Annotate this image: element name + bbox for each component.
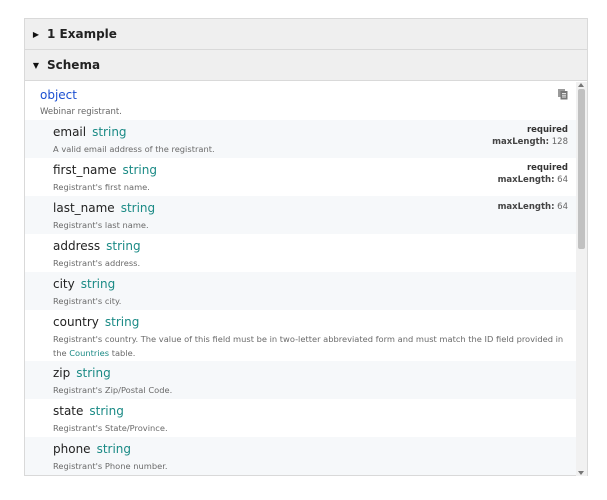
required-badge: required xyxy=(526,163,568,173)
scrollbar[interactable] xyxy=(576,82,587,476)
field-row-state: state string Registrant's State/Province. xyxy=(25,399,576,437)
field-name: last_name xyxy=(53,201,115,215)
required-badge: required xyxy=(526,125,568,135)
examples-label: 1 Example xyxy=(47,27,117,41)
field-type: string xyxy=(80,277,116,291)
field-description: Registrant's State/Province. xyxy=(53,423,168,433)
field-description: Registrant's Phone number. xyxy=(53,461,168,471)
field-type: string xyxy=(106,239,141,253)
field-row-zip: zip string Registrant's Zip/Postal Code. xyxy=(25,361,576,399)
field-type: string xyxy=(120,201,156,215)
countries-link[interactable]: Countries xyxy=(69,348,109,358)
caret-right-icon: ▶ xyxy=(32,29,40,39)
field-name: first_name xyxy=(53,163,117,177)
maxlength: maxLength: 64 xyxy=(497,175,568,185)
field-description: Registrant's country. The value of this … xyxy=(53,334,564,358)
field-row-first-name: first_name string Registrant's first name… xyxy=(25,158,576,196)
field-row-country: country string Registrant's country. The … xyxy=(25,310,576,361)
field-name: address xyxy=(53,239,101,253)
scroll-thumb[interactable] xyxy=(578,89,585,249)
copy-icon[interactable] xyxy=(557,88,569,100)
field-description: Registrant's city. xyxy=(53,296,122,306)
field-description: Registrant's first name. xyxy=(53,182,150,192)
schema-panel: ▶ 1 Example ▼ Schema object Webinar regi… xyxy=(24,18,588,476)
field-row-city: city string Registrant's city. xyxy=(25,272,576,310)
field-type: string xyxy=(122,163,157,177)
schema-label: Schema xyxy=(47,58,101,72)
maxlength: maxLength: 64 xyxy=(497,202,568,212)
field-name: email xyxy=(53,125,87,139)
accordion-schema[interactable]: ▼ Schema xyxy=(25,50,587,81)
caret-down-icon: ▼ xyxy=(32,60,40,70)
field-name: state xyxy=(53,404,84,418)
scroll-down-arrow-icon[interactable] xyxy=(578,471,584,475)
scroll-up-arrow-icon[interactable] xyxy=(578,83,584,87)
field-row-last-name: last_name string Registrant's last name. … xyxy=(25,196,576,234)
root-object: object Webinar registrant. xyxy=(40,88,122,117)
accordion-examples[interactable]: ▶ 1 Example xyxy=(25,19,587,50)
schema-body: object Webinar registrant. email string A… xyxy=(25,82,587,476)
root-type: object xyxy=(40,88,77,102)
field-description: Registrant's Zip/Postal Code. xyxy=(53,385,173,395)
field-type: string xyxy=(89,404,124,418)
root-description: Webinar registrant. xyxy=(40,107,122,117)
field-name: city xyxy=(53,277,75,291)
field-name: country xyxy=(53,315,99,329)
field-name: zip xyxy=(53,366,71,380)
field-description: A valid email address of the registrant. xyxy=(53,144,215,154)
field-row-email: email string A valid email address of the… xyxy=(25,120,576,158)
field-description: Registrant's last name. xyxy=(53,220,149,230)
maxlength: maxLength: 128 xyxy=(492,137,568,147)
field-type: string xyxy=(104,315,140,329)
field-type: string xyxy=(96,442,132,456)
field-type: string xyxy=(92,125,127,139)
field-name: phone xyxy=(53,442,91,456)
field-type: string xyxy=(76,366,111,380)
field-row-phone: phone string Registrant's Phone number. xyxy=(25,437,576,475)
field-row-address: address string Registrant's address. xyxy=(25,234,576,272)
field-description: Registrant's address. xyxy=(53,258,141,268)
